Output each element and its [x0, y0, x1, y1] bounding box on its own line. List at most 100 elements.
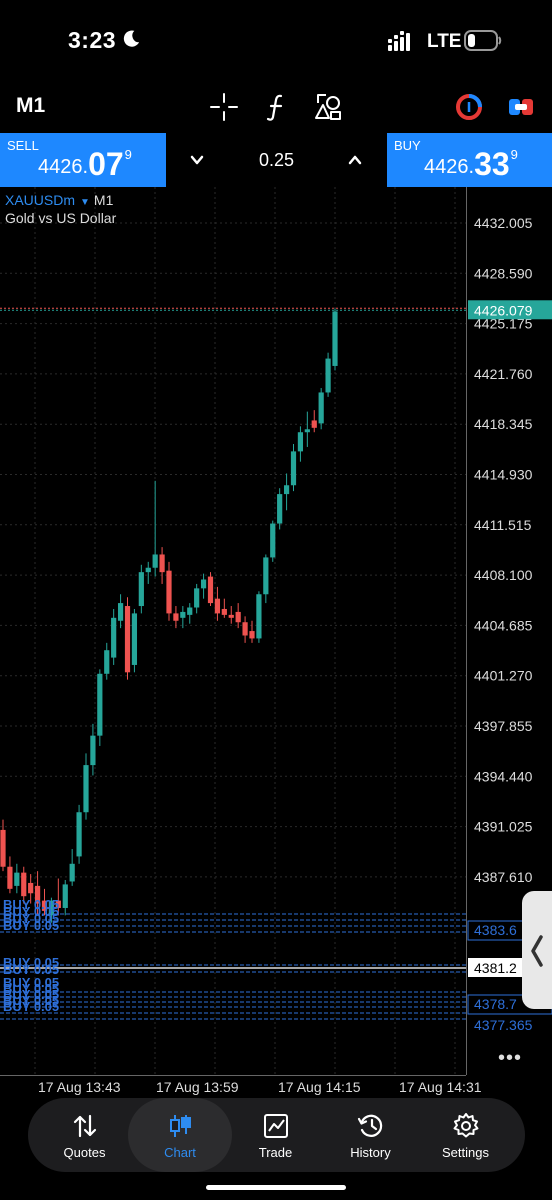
sell-price-pips: 07: [88, 146, 124, 182]
price-axis-label: 4404.685: [474, 617, 533, 633]
price-axis-label: 4391.025: [474, 819, 533, 835]
candle-body: [152, 554, 158, 568]
price-axis-label: 4408.100: [474, 567, 533, 583]
candle-body: [207, 576, 214, 604]
sell-price-point: 9: [124, 147, 132, 162]
candle-body: [131, 613, 138, 665]
price-axis-label: 4421.760: [474, 366, 533, 382]
nav-quotes[interactable]: Quotes: [37, 1098, 132, 1172]
candle-body: [83, 765, 89, 813]
candle-body: [97, 673, 103, 736]
price-axis-label: 4414.930: [474, 467, 533, 483]
candle-body: [0, 829, 6, 867]
moon-icon: [123, 30, 140, 47]
candle-body: [297, 432, 304, 452]
nav-chart-label: Chart: [164, 1145, 196, 1160]
time-axis-label: 17 Aug 14:31: [399, 1079, 482, 1095]
history-clock-icon: [357, 1114, 383, 1137]
order-price-label: 4378.7: [474, 996, 517, 1012]
candle-body: [200, 579, 207, 589]
chart-toolbar: M1: [0, 82, 552, 132]
price-axis-label: 4401.270: [474, 668, 533, 684]
nav-chart[interactable]: Chart: [128, 1098, 232, 1172]
trade-mode-icon[interactable]: [506, 92, 536, 122]
buy-label: BUY: [394, 138, 421, 153]
candle-body: [69, 863, 75, 882]
candle-body: [290, 451, 297, 486]
bottom-navigation: Quotes Chart Trade History Settings: [28, 1098, 525, 1172]
candle-body: [325, 358, 331, 393]
position-price-label: 4381.2: [474, 960, 517, 976]
candlestick-chart[interactable]: 4432.0054428.5904425.1754421.7604418.345…: [0, 187, 552, 1100]
sell-button[interactable]: SELL 4426.079: [0, 133, 166, 187]
indicator-f-icon[interactable]: [262, 92, 292, 122]
buy-button[interactable]: BUY 4426.339: [387, 133, 552, 187]
chart-style-icon[interactable]: [454, 92, 484, 122]
price-axis-label: 4428.590: [474, 265, 533, 281]
symbol-selector[interactable]: XAUUSDm ▼ M1: [5, 192, 113, 208]
nav-history[interactable]: History: [323, 1098, 418, 1172]
order-text-label: BUY 0.05: [3, 999, 59, 1014]
lot-size-control: 0.25: [166, 133, 387, 187]
buy-price-pips: 33: [474, 146, 510, 182]
candle-body: [228, 614, 234, 618]
nav-settings-label: Settings: [442, 1145, 489, 1160]
candle-body: [21, 872, 27, 897]
one-click-trade-panel: SELL 4426.079 0.25 BUY 4426.339: [0, 133, 552, 187]
symbol-description: Gold vs US Dollar: [5, 210, 117, 226]
candle-body: [76, 812, 82, 857]
nav-trade-label: Trade: [258, 1145, 293, 1160]
more-options-icon[interactable]: •••: [498, 1047, 522, 1070]
side-panel-handle[interactable]: [522, 891, 552, 1009]
candle-body: [304, 429, 310, 433]
battery-icon: [464, 30, 502, 51]
price-axis-label: 4397.855: [474, 718, 533, 734]
symbol-timeframe: M1: [93, 192, 114, 208]
current-price-label: 4426.079: [474, 302, 533, 318]
price-axis-label: 4411.515: [474, 517, 532, 533]
price-axis-label: 4387.610: [474, 869, 533, 885]
buy-price: 4426.339: [424, 144, 518, 182]
drawing-objects-icon[interactable]: [313, 92, 343, 122]
candle-body: [242, 622, 248, 636]
nav-trade[interactable]: Trade: [228, 1098, 323, 1172]
caret-down-icon: ▼: [80, 197, 90, 208]
candle-body: [277, 494, 283, 524]
nav-history-label: History: [350, 1145, 391, 1160]
candle-body: [214, 598, 221, 614]
nav-settings[interactable]: Settings: [418, 1098, 513, 1172]
timeframe-button[interactable]: M1: [16, 94, 45, 118]
status-bar: 3:23 LTE: [0, 0, 552, 82]
candle-body: [256, 594, 262, 639]
candle-body: [311, 420, 317, 428]
candle-body: [270, 523, 276, 558]
candle-body: [221, 608, 227, 615]
sell-price-main: 4426.: [38, 156, 89, 178]
signal-icon: [388, 31, 410, 51]
time-axis-label: 17 Aug 14:15: [278, 1079, 361, 1095]
chevron-up-icon[interactable]: [344, 149, 366, 171]
candle-body: [104, 650, 110, 674]
home-indicator: [206, 1185, 346, 1190]
candle-body: [124, 606, 131, 673]
price-axis-label: 4418.345: [474, 416, 533, 432]
buy-price-main: 4426.: [424, 156, 475, 178]
order-text-label: BUY 0.05: [3, 918, 59, 933]
time-axis-label: 17 Aug 13:59: [156, 1079, 239, 1095]
price-chart[interactable]: 4432.005 4428.590 4425.175 4421.760 4418.345…: [0, 187, 552, 1100]
trade-chart-icon: [264, 1114, 288, 1138]
candle-body: [332, 311, 338, 366]
candle-body: [187, 607, 193, 615]
price-axis-label: 4394.440: [474, 768, 533, 784]
candle-body: [62, 884, 68, 908]
candle-body: [249, 631, 255, 639]
symbol-name: XAUUSDm: [5, 192, 76, 208]
candle-body: [159, 554, 165, 573]
crosshair-icon[interactable]: [209, 92, 239, 122]
gear-icon: [453, 1113, 479, 1138]
order-price-label: 4377.365: [474, 1017, 533, 1033]
candle-body: [7, 866, 13, 889]
candle-body: [111, 617, 117, 658]
quotes-arrows-icon: [73, 1114, 97, 1138]
candle-body: [14, 872, 20, 886]
